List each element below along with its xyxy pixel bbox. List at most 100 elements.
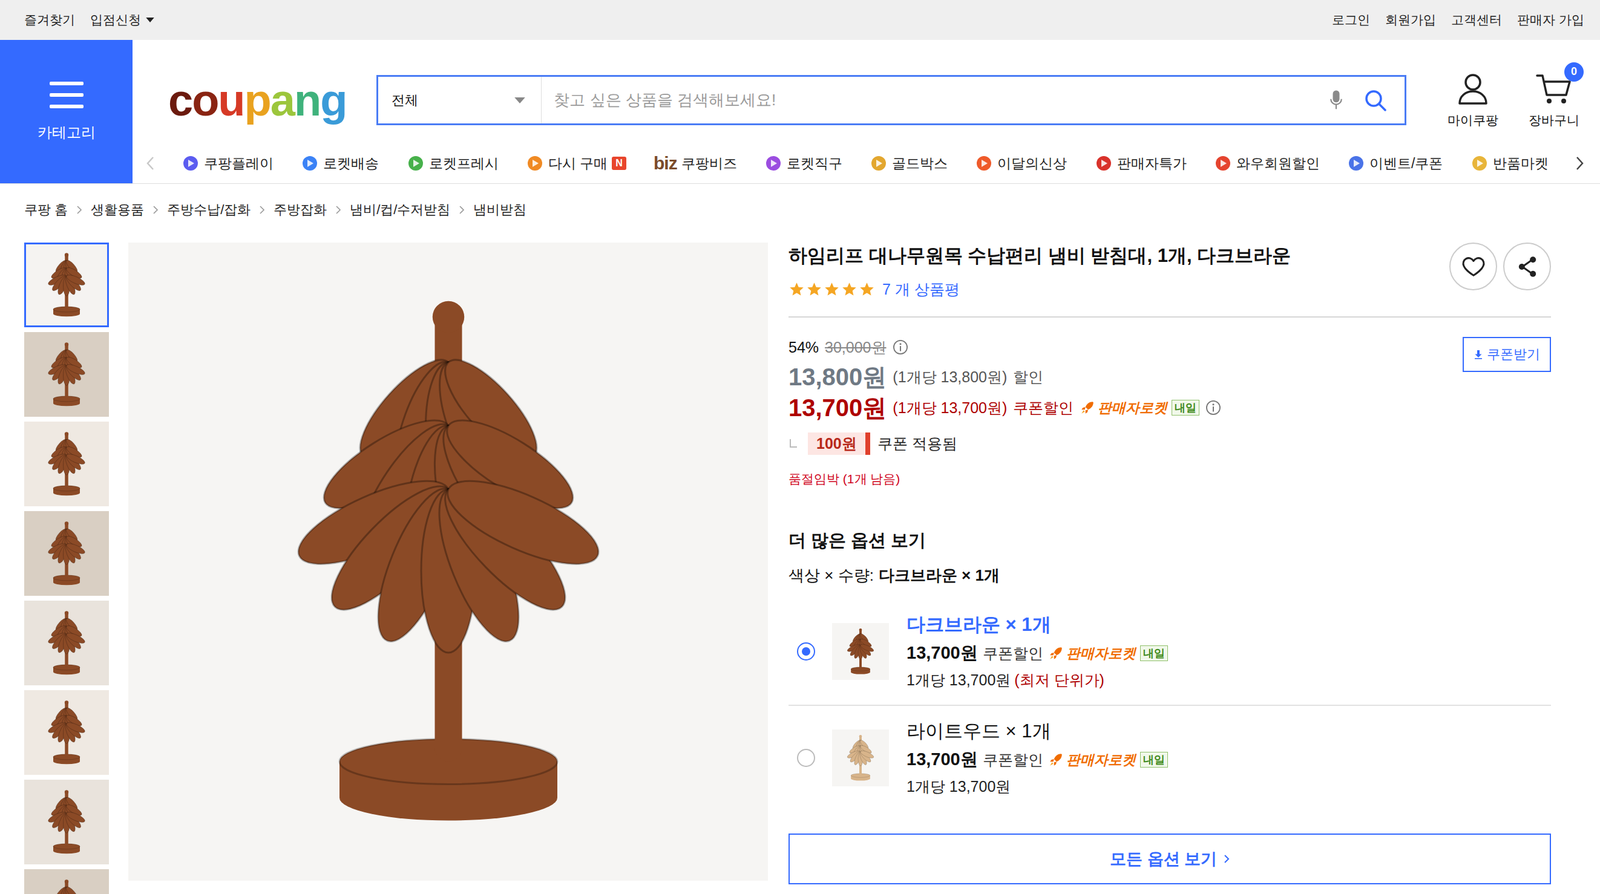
chevron-right-icon[interactable]: [1575, 155, 1585, 172]
nav-item[interactable]: biz쿠팡비즈: [653, 153, 738, 174]
nav-item[interactable]: 판매자특가: [1094, 154, 1187, 174]
download-icon: [1473, 349, 1484, 360]
product-photo: [38, 609, 95, 677]
nav-item[interactable]: 다시 구매N: [525, 154, 627, 174]
search-icon[interactable]: [1363, 88, 1388, 113]
chevron-left-icon[interactable]: [145, 155, 155, 172]
coupon-download-button[interactable]: 쿠폰받기: [1462, 337, 1551, 373]
nav-item[interactable]: 골드박스: [869, 154, 948, 174]
current-selection: 색상 × 수량:다크브라운 × 1개: [788, 564, 1551, 587]
product-title: 하임리프 대나무원목 수납편리 냄비 받침대, 1개, 다크브라운: [788, 242, 1291, 270]
category-button[interactable]: 카테고리: [0, 39, 133, 184]
caret-icon: [145, 17, 155, 23]
heart-icon: [1461, 254, 1486, 279]
product-info: 하임리프 대나무원목 수납편리 냄비 받침대, 1개, 다크브라운 7 개 상품평…: [788, 242, 1551, 885]
product-photo: [38, 430, 95, 498]
product-page: 즐겨찾기 입점신청 로그인 회원가입 고객센터 판매자 가입카테고리 coupang 전체 마이…: [0, 0, 1600, 894]
thumbnail[interactable]: [24, 242, 109, 328]
top-link[interactable]: 즐겨찾기: [24, 11, 76, 29]
star-icon: [823, 281, 840, 298]
thumbnail[interactable]: [24, 600, 109, 686]
thumbnail[interactable]: [24, 869, 109, 894]
product-photo: [38, 251, 95, 319]
star-icon: [806, 281, 823, 298]
product-photo: [840, 627, 881, 676]
product-photo: [38, 699, 95, 767]
chevron-right-icon: [335, 205, 342, 215]
thumbnail[interactable]: [24, 421, 109, 507]
price-block: 54%30,000원13,800원(1개당 13,800원)할인13,700원(…: [788, 317, 1551, 489]
nav-item-icon: [406, 154, 425, 173]
top-link[interactable]: 입점신청: [90, 11, 155, 29]
option-radio[interactable]: [796, 642, 816, 661]
thumbnail[interactable]: [24, 780, 109, 865]
nav-item-icon: [1094, 154, 1113, 173]
breadcrumb-item[interactable]: 쿠팡 홈: [24, 200, 68, 220]
nav-item-icon: [1470, 154, 1489, 173]
nav-item[interactable]: 와우회원할인: [1213, 154, 1320, 174]
nav-item[interactable]: 로켓배송: [300, 154, 379, 174]
rocket-badge: 판매자로켓내일: [1079, 398, 1200, 418]
breadcrumb-item[interactable]: 생활용품: [90, 200, 145, 220]
breadcrumb-item[interactable]: 냄비/컵/수저받침: [349, 200, 451, 220]
info-icon[interactable]: [1205, 400, 1222, 416]
chevron-right-icon: [152, 205, 159, 215]
nav-item[interactable]: 이달의신상: [974, 154, 1067, 174]
thumbnail[interactable]: [24, 690, 109, 776]
product-photo: [38, 878, 95, 894]
cart-button[interactable]: 0장바구니: [1517, 72, 1591, 129]
breadcrumb-item[interactable]: 주방잡화: [273, 200, 327, 220]
option-radio[interactable]: [796, 749, 816, 768]
my-coupang-button[interactable]: 마이쿠팡: [1436, 72, 1510, 129]
microphone-icon[interactable]: [1329, 89, 1343, 112]
logo[interactable]: coupang: [168, 78, 347, 123]
new-badge: N: [611, 156, 627, 171]
star-icon: [788, 281, 805, 298]
thumbnail-list: [24, 242, 109, 894]
nav-item-icon: [181, 154, 200, 173]
nav-item[interactable]: 이벤트/쿠폰: [1347, 154, 1443, 174]
stock-warning: 품절임박 (1개 남음): [788, 470, 900, 488]
nav-item-icon: [1213, 154, 1233, 173]
nav-item-icon: [1347, 154, 1366, 173]
thumbnail[interactable]: [24, 511, 109, 597]
search-input[interactable]: [541, 90, 1330, 110]
chevron-right-icon: [458, 205, 465, 215]
top-link[interactable]: 판매자 가입: [1517, 11, 1585, 29]
all-options-button[interactable]: 모든 옵션 보기: [788, 833, 1551, 885]
thumbnail[interactable]: [24, 332, 109, 417]
rating[interactable]: 7 개 상품평: [788, 277, 1291, 301]
top-link[interactable]: 회원가입: [1385, 11, 1437, 29]
rocket-icon: [1048, 645, 1064, 662]
option-thumbnail: [832, 729, 889, 787]
product-photo: [221, 289, 676, 835]
breadcrumb-item[interactable]: 냄비받침: [473, 200, 527, 220]
nav-item-icon: [300, 154, 319, 173]
top-bar: 즐겨찾기 입점신청 로그인 회원가입 고객센터 판매자 가입: [0, 0, 1600, 40]
share-button[interactable]: [1503, 242, 1551, 291]
option-row[interactable]: 라이트우드 × 1개13,700원쿠폰할인판매자로켓내일1개당 13,700원: [788, 706, 1551, 812]
cart-count-badge: 0: [1564, 62, 1584, 82]
breadcrumb-item[interactable]: 주방수납/잡화: [167, 200, 251, 220]
rocket-icon: [1079, 400, 1096, 416]
chevron-right-icon: [1223, 854, 1230, 865]
product-image[interactable]: [128, 242, 768, 882]
nav-item-icon: [974, 154, 994, 173]
product-photo: [38, 789, 95, 856]
top-link[interactable]: 고객센터: [1451, 11, 1502, 29]
product-photo: [38, 341, 95, 408]
wishlist-button[interactable]: [1449, 242, 1498, 291]
rocket-icon: [1048, 752, 1064, 768]
caret-icon: [514, 97, 526, 104]
indent-mark: [789, 439, 797, 448]
nav-item[interactable]: 쿠팡플레이: [181, 154, 274, 174]
search-scope-dropdown[interactable]: 전체: [378, 76, 542, 124]
info-icon[interactable]: [892, 339, 909, 356]
nav-bar: 쿠팡플레이 로켓배송 로켓프레시 다시 구매N biz쿠팡비즈 로켓직구 골드박스 이달의신상…: [132, 143, 1600, 184]
nav-item[interactable]: 로켓직구: [764, 154, 843, 174]
share-icon: [1515, 254, 1540, 279]
nav-item[interactable]: 반품마켓: [1470, 154, 1549, 174]
top-link[interactable]: 로그인: [1331, 11, 1371, 29]
nav-item[interactable]: 로켓프레시: [406, 154, 499, 174]
option-row[interactable]: 다크브라운 × 1개13,700원쿠폰할인판매자로켓내일1개당 13,700원(…: [788, 599, 1551, 707]
